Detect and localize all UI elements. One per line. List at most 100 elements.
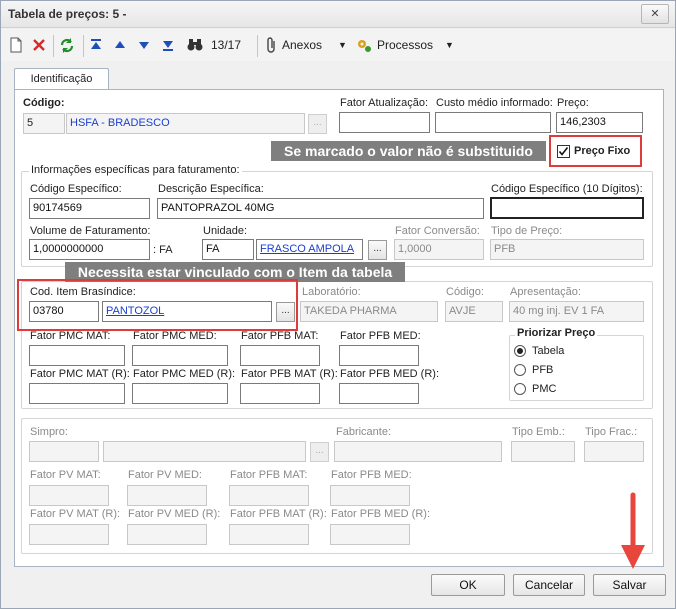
faturamento-group-label: Informações específicas para faturamento… [29,164,242,176]
tipo-frac-label: Tipo Frac.: [585,426,638,438]
apresentacao-label: Apresentação: [510,286,581,298]
dialog-window: Tabela de preços: 5 - ✕ 13/17 Anexos ▼ P… [0,0,676,609]
preco-input[interactable]: 146,2303 [556,112,643,133]
processos-menu[interactable]: Processos [377,36,433,54]
fator-pmc-mat-input[interactable] [29,345,125,366]
title-bar: Tabela de preços: 5 - ✕ [1,1,675,28]
paperclip-icon[interactable] [265,36,279,54]
preco-label: Preço: [557,97,589,109]
brasindice-desc-link[interactable]: PANTOZOL [102,301,272,322]
tipo-emb-label: Tipo Emb.: [512,426,565,438]
radio-tabela-label: Tabela [532,345,565,357]
lookup-button: ... [308,114,327,134]
fator-pfb-med2-r-field [330,524,410,545]
window-title: Tabela de preços: 5 - [8,7,127,21]
fator-atualizacao-label: Fator Atualização: [340,97,429,109]
radio-pfb[interactable] [514,364,526,376]
first-record-icon[interactable] [89,36,103,54]
processes-icon[interactable] [356,36,372,54]
next-record-icon[interactable] [137,36,151,54]
fator-pfb-mat2-r-label: Fator PFB MAT (R): [230,508,327,520]
fator-conversao-field: 1,0000 [394,239,484,260]
fator-pmc-mat-r-label: Fator PMC MAT (R): [30,368,130,380]
fator-pfb-med2-r-label: Fator PFB MED (R): [331,508,431,520]
cod-especifico-input[interactable]: 90174569 [29,198,150,219]
laboratorio-field: TAKEDA PHARMA [300,301,438,322]
fator-pfb-mat-r-input[interactable] [240,383,320,404]
fator-pmc-med-r-input[interactable] [132,383,228,404]
binoculars-icon[interactable] [186,36,204,54]
refresh-icon[interactable] [59,36,75,54]
arrow-down-icon [621,492,645,569]
fator-pv-mat-r-field [29,524,109,545]
fator-pv-mat-field [29,485,109,506]
fator-conversao-label: Fator Conversão: [395,225,480,237]
chevron-down-icon[interactable]: ▼ [338,36,347,54]
fabricante-label: Fabricante: [336,426,392,438]
cod-esp10-input[interactable] [490,197,644,219]
codigo2-label: Código: [446,286,484,298]
brasindice-lookup-button[interactable]: ... [276,302,295,322]
cod-especifico-label: Código Específico: [30,183,122,195]
laboratorio-label: Laboratório: [302,286,361,298]
simpro-code-field [29,441,99,462]
volume-label: Volume de Faturamento: [30,225,151,237]
radio-tabela[interactable] [514,345,526,357]
custo-medio-label: Custo médio informado: [436,97,553,109]
unidade-label: Unidade: [203,225,248,237]
codigo-field[interactable]: 5 [23,113,65,134]
fator-pfb-med-r-input[interactable] [339,383,419,404]
tab-identificacao[interactable]: Identificação [14,68,109,90]
anexos-menu[interactable]: Anexos [282,36,322,54]
preco-fixo-checkbox[interactable] [557,145,570,158]
fator-pmc-med-input[interactable] [132,345,228,366]
fator-pv-mat-label: Fator PV MAT: [30,469,101,481]
fator-pfb-med-label: Fator PFB MED: [340,330,421,342]
checkmark-icon [558,147,569,156]
fator-pfb-med-r-label: Fator PFB MED (R): [340,368,440,380]
tipo-preco-field: PFB [490,239,644,260]
priorizar-group [509,335,644,401]
fator-pv-med-label: Fator PV MED: [128,469,202,481]
simpro-label: Simpro: [30,426,68,438]
codigo-label: Código: [23,97,65,109]
fator-pv-mat-r-label: Fator PV MAT (R): [30,508,121,520]
fator-pfb-med2-label: Fator PFB MED: [331,469,412,481]
fator-pmc-mat-r-input[interactable] [29,383,125,404]
cod-brasindice-input[interactable]: 03780 [29,301,99,322]
unidade-input[interactable]: FA [202,239,254,260]
desc-especifica-input[interactable]: PANTOPRAZOL 40MG [157,198,484,219]
desc-especifica-label: Descrição Específica: [158,183,264,195]
fator-pfb-mat-input[interactable] [240,345,320,366]
descricao-field[interactable]: HSFA - BRADESCO [66,113,305,134]
chevron-down-icon[interactable]: ▼ [445,36,454,54]
fator-pfb-mat-label: Fator PFB MAT: [241,330,319,342]
delete-icon[interactable] [31,36,47,54]
fator-pv-med-r-field [127,524,207,545]
fator-pmc-med-r-label: Fator PMC MED (R): [133,368,236,380]
volume-input[interactable]: 1,0000000000 [29,239,150,260]
fator-pfb-med-input[interactable] [339,345,419,366]
fator-pfb-mat-r-label: Fator PFB MAT (R): [241,368,338,380]
last-record-icon[interactable] [161,36,175,54]
new-document-icon[interactable] [9,36,23,54]
fator-pmc-med-label: Fator PMC MED: [133,330,217,342]
unidade-desc-link[interactable]: FRASCO AMPOLA [256,239,363,260]
toolbar: 13/17 Anexos ▼ Processos ▼ [1,29,675,61]
custo-medio-input[interactable] [435,112,551,133]
save-button[interactable]: Salvar [593,574,666,596]
fator-pfb-mat2-label: Fator PFB MAT: [230,469,308,481]
fator-pfb-mat2-r-field [229,524,309,545]
radio-pmc[interactable] [514,383,526,395]
simpro-desc-field [103,441,306,462]
unidade-lookup-button[interactable]: ... [368,240,387,260]
cancel-button[interactable]: Cancelar [513,574,585,596]
close-button[interactable]: ✕ [641,4,669,24]
fator-atualizacao-input[interactable] [339,112,430,133]
tipo-emb-field [511,441,575,462]
codigo2-field: AVJE [445,301,503,322]
fator-pfb-mat2-field [229,485,309,506]
previous-record-icon[interactable] [113,36,127,54]
ok-button[interactable]: OK [431,574,505,596]
cod-esp10-label: Código Específico (10 Dígitos): [491,183,643,195]
